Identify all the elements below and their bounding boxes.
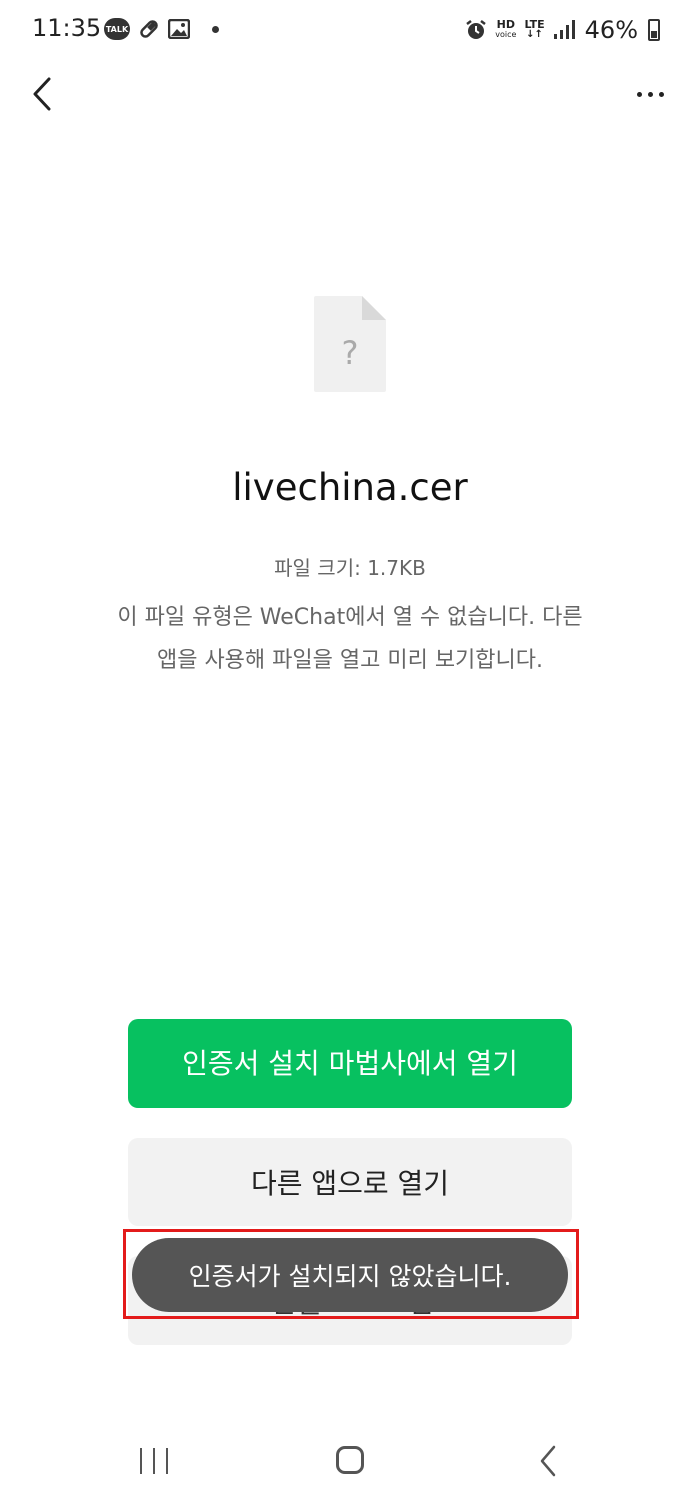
file-icon-glyph: ? [342,334,359,372]
more-notifications-icon [212,25,219,33]
recent-apps-button[interactable] [140,1448,168,1474]
chevron-left-icon [33,77,51,111]
battery-icon [648,19,660,41]
gallery-icon [168,19,190,39]
status-time: 11:35 [32,14,102,42]
file-size: 파일 크기: 1.7KB [274,556,426,580]
back-button[interactable] [22,72,62,116]
status-bar: 11:35 TALK HD voice LTE ↓↑ 46% [0,0,700,62]
alarm-icon [466,20,487,39]
kakaotalk-icon: TALK [104,18,130,40]
system-status-icons: HD voice LTE ↓↑ 46% [465,16,660,44]
more-dot-icon [647,91,653,97]
pill-icon [140,20,158,38]
open-in-certificate-wizard-button[interactable]: 인증서 설치 마법사에서 열기 [128,1019,572,1108]
hd-voice-icon: HD voice [495,18,517,39]
open-with-other-app-button[interactable]: 다른 앱으로 열기 [128,1138,572,1226]
file-preview-screen: 11:35 TALK HD voice LTE ↓↑ 46% ? livechi… [0,0,700,1501]
lte-icon: LTE ↓↑ [524,18,545,40]
battery-percent: 46% [584,16,638,44]
more-dot-icon [636,91,642,97]
highlight-annotation [123,1229,579,1319]
home-button[interactable] [336,1446,364,1474]
system-navigation-bar [0,1420,700,1501]
more-options-button[interactable] [628,80,672,108]
notification-icons: TALK [104,18,219,40]
nav-back-button[interactable] [538,1444,558,1478]
recents-bar-icon [166,1448,168,1474]
more-dot-icon [658,91,664,97]
recents-bar-icon [153,1448,155,1474]
file-name: livechina.cer [232,466,468,509]
unknown-file-icon: ? [314,296,386,392]
unsupported-file-message: 이 파일 유형은 WeChat에서 열 수 없습니다. 다른 앱을 사용해 파일… [117,605,583,673]
recents-bar-icon [140,1448,142,1474]
signal-icon [553,20,575,39]
